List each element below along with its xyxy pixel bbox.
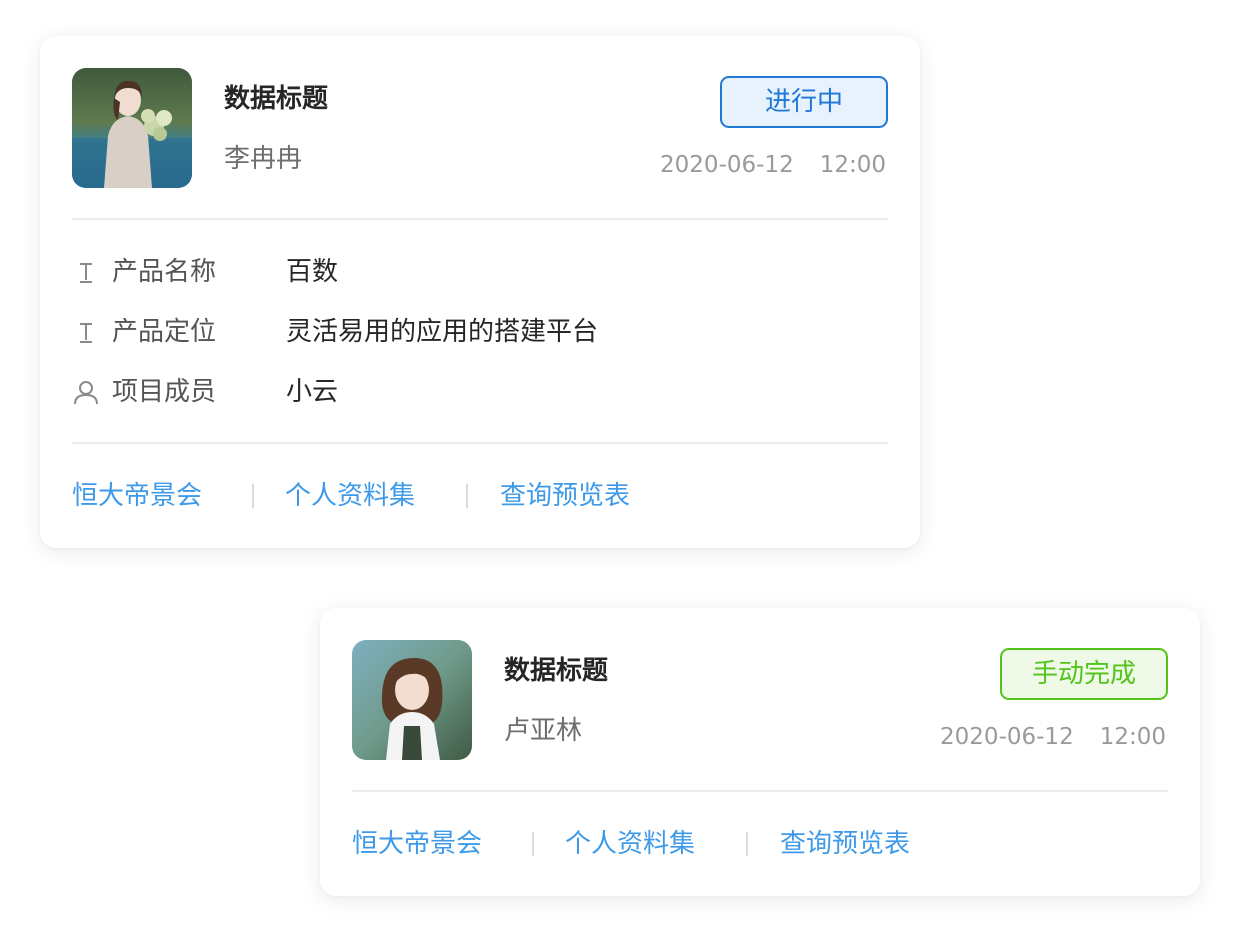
field-label: 产品名称 [112,257,217,287]
link-query-preview[interactable]: 查询预览表 [500,476,630,516]
link-query-preview[interactable]: 查询预览表 [780,824,910,864]
timestamp: 2020-06-12 12:00 [660,150,886,180]
avatar [72,68,192,188]
record-card-2: 数据标题 卢亚林 手动完成 2020-06-12 12:00 恒大帝景会 个人资料… [320,608,1200,896]
timestamp: 2020-06-12 12:00 [940,722,1166,752]
time-text: 12:00 [1099,724,1166,750]
record-card-1: 数据标题 李冉冉 进行中 2020-06-12 12:00 产品名称 百数 产品定… [40,36,920,548]
field-value: 小云 [286,377,339,407]
user-icon [74,381,98,405]
status-badge[interactable]: 进行中 [720,76,888,128]
divider [352,790,1168,792]
field-row-product-name: 产品名称 百数 [72,252,892,292]
card-title: 数据标题 [504,656,609,686]
status-badge[interactable]: 手动完成 [1000,648,1168,700]
field-value: 百数 [286,257,339,287]
avatar-photo [352,640,472,760]
avatar [352,640,472,760]
link-personal-profile[interactable]: 个人资料集 [565,824,695,864]
link-hengda[interactable]: 恒大帝景会 [72,476,202,516]
person-name: 卢亚林 [504,716,583,746]
divider [72,442,888,444]
link-separator [746,832,748,856]
avatar-photo [72,68,192,188]
link-separator [532,832,534,856]
field-row-project-members: 项目成员 小云 [72,372,892,412]
text-type-icon [80,263,92,283]
action-links: 恒大帝景会 个人资料集 查询预览表 [352,824,1172,864]
card-title: 数据标题 [224,84,329,114]
field-row-product-positioning: 产品定位 灵活易用的应用的搭建平台 [72,312,892,352]
link-separator [252,484,254,508]
text-type-icon [80,323,92,343]
person-name: 李冉冉 [224,144,303,174]
field-value: 灵活易用的应用的搭建平台 [286,317,599,347]
date-text: 2020-06-12 [660,152,794,178]
date-text: 2020-06-12 [940,724,1074,750]
link-personal-profile[interactable]: 个人资料集 [285,476,415,516]
field-label: 项目成员 [112,377,217,407]
field-label: 产品定位 [112,317,217,347]
action-links: 恒大帝景会 个人资料集 查询预览表 [72,476,892,516]
link-separator [466,484,468,508]
link-hengda[interactable]: 恒大帝景会 [352,824,482,864]
time-text: 12:00 [819,152,886,178]
divider [72,218,888,220]
